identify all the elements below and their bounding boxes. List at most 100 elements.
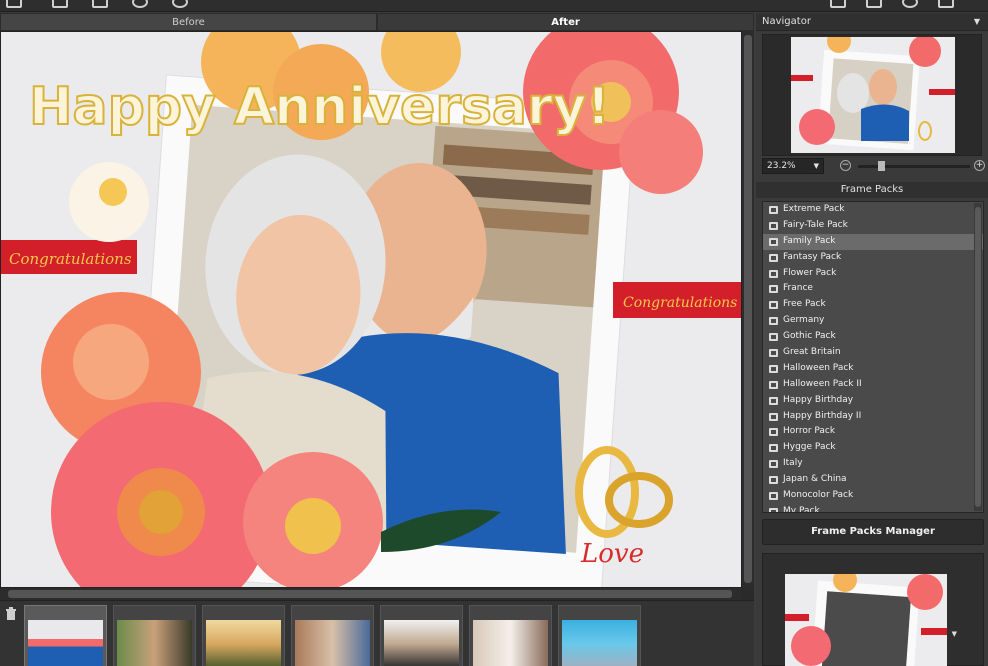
- frame-pack-item[interactable]: Family Pack: [763, 233, 983, 250]
- print-icon[interactable]: [92, 0, 108, 8]
- help-icon[interactable]: [866, 0, 882, 8]
- settings-icon[interactable]: [830, 0, 846, 8]
- redo-icon[interactable]: [172, 0, 188, 8]
- film-thumbnail[interactable]: [380, 605, 463, 666]
- folder-icon: [769, 348, 778, 357]
- image-canvas[interactable]: Congratulations Congratulations Love Hap…: [0, 31, 742, 588]
- frame-pack-item[interactable]: Italy: [763, 456, 983, 472]
- frame-pack-item[interactable]: Fairy-Tale Pack: [763, 218, 983, 234]
- zoom-in-icon[interactable]: +: [974, 160, 985, 171]
- frame-pack-item[interactable]: Great Britain: [763, 345, 983, 361]
- frame-pack-item[interactable]: Free Pack: [763, 297, 983, 313]
- frame-pack-item[interactable]: Germany: [763, 313, 983, 329]
- dropdown-arrow-icon[interactable]: ▼: [974, 13, 980, 31]
- frame-pack-label: Gothic Pack: [783, 331, 836, 342]
- frame-packs-header: Frame Packs: [756, 182, 988, 198]
- thumbnail-strip: [24, 605, 641, 666]
- folder-icon: [769, 460, 778, 469]
- frame-pack-item[interactable]: Fantasy Pack: [763, 250, 983, 266]
- folder-icon: [769, 333, 778, 342]
- headline-text: Happy Anniversary!: [29, 77, 610, 137]
- frame-pack-label: France: [783, 283, 813, 294]
- ribbon-right-text: Congratulations: [623, 295, 737, 311]
- open-icon[interactable]: [6, 0, 22, 8]
- trash-icon[interactable]: [4, 607, 18, 621]
- navigator-header[interactable]: Navigator ▼: [756, 13, 988, 31]
- navigator-title: Navigator: [762, 16, 811, 27]
- folder-icon: [769, 412, 778, 421]
- frame-pack-item[interactable]: Happy Birthday: [763, 393, 983, 409]
- navigator-preview[interactable]: [762, 34, 982, 156]
- navigator-thumbnail: [791, 37, 955, 153]
- frame-preview[interactable]: [785, 574, 947, 666]
- folder-icon: [769, 364, 778, 373]
- frame-pack-label: Halloween Pack: [783, 362, 854, 373]
- zoom-level: 23.2%: [767, 161, 796, 171]
- info-icon[interactable]: [902, 0, 918, 8]
- frame-pack-item[interactable]: My Pack: [763, 504, 983, 513]
- frame-pack-item[interactable]: Monocolor Pack: [763, 488, 983, 504]
- love-text: Love: [580, 539, 644, 569]
- folder-icon: [769, 476, 778, 485]
- frame-pack-label: Fairy-Tale Pack: [783, 219, 848, 230]
- dropdown-arrow-icon[interactable]: ▼: [952, 630, 957, 638]
- film-thumbnail[interactable]: [202, 605, 285, 666]
- folder-icon: [769, 380, 778, 389]
- frame-pack-item[interactable]: Flower Pack: [763, 266, 983, 282]
- frame-packs-manager-button[interactable]: Frame Packs Manager: [762, 519, 984, 545]
- zoom-slider-handle[interactable]: [878, 161, 885, 171]
- frame-pack-item[interactable]: Gothic Pack: [763, 329, 983, 345]
- tab-after[interactable]: After: [377, 13, 754, 31]
- frame-pack-item[interactable]: Japan & China: [763, 472, 983, 488]
- folder-icon: [769, 491, 778, 500]
- frame-packs-scrollbar[interactable]: [974, 203, 982, 511]
- folder-icon: [769, 301, 778, 310]
- framed-photo: Congratulations Congratulations Love Hap…: [1, 32, 741, 587]
- top-toolbar: [0, 0, 988, 12]
- film-thumbnail[interactable]: [24, 605, 107, 666]
- share-icon[interactable]: [938, 0, 954, 8]
- frame-pack-label: Italy: [783, 458, 803, 469]
- app-window: Before After Congratulations Congratulat…: [0, 0, 988, 666]
- frame-pack-item[interactable]: Halloween Pack: [763, 361, 983, 377]
- frame-pack-label: Halloween Pack II: [783, 378, 862, 389]
- frame-pack-item[interactable]: France: [763, 281, 983, 297]
- folder-icon: [769, 237, 778, 246]
- frame-pack-item[interactable]: Extreme Pack: [763, 202, 983, 218]
- frame-pack-label: Happy Birthday: [783, 394, 854, 405]
- undo-icon[interactable]: [132, 0, 148, 8]
- frame-pack-label: Free Pack: [783, 299, 826, 310]
- canvas-horizontal-scrollbar[interactable]: [0, 588, 742, 600]
- ribbon-left-text: Congratulations: [9, 250, 132, 268]
- frame-pack-label: Great Britain: [783, 347, 841, 358]
- canvas-vertical-scrollbar[interactable]: [742, 31, 754, 588]
- folder-icon: [769, 221, 778, 230]
- folder-icon: [769, 253, 778, 262]
- frame-pack-item[interactable]: Horror Pack: [763, 424, 983, 440]
- frame-preview-panel: ▼: [762, 553, 984, 666]
- frame-pack-label: Family Pack: [783, 235, 836, 246]
- film-thumbnail[interactable]: [469, 605, 552, 666]
- folder-icon: [769, 269, 778, 278]
- film-thumbnail[interactable]: [558, 605, 641, 666]
- frame-pack-label: Germany: [783, 315, 825, 326]
- film-thumbnail[interactable]: [291, 605, 374, 666]
- scroll-corner: [742, 588, 754, 600]
- save-icon[interactable]: [52, 0, 68, 8]
- film-thumbnail[interactable]: [113, 605, 196, 666]
- tab-before[interactable]: Before: [0, 13, 377, 31]
- folder-icon: [769, 396, 778, 405]
- zoom-slider[interactable]: [858, 161, 970, 171]
- zoom-out-icon[interactable]: −: [840, 160, 851, 171]
- dropdown-arrow-icon: ▼: [813, 162, 819, 170]
- frame-pack-label: My Pack: [783, 505, 820, 513]
- zoom-level-select[interactable]: 23.2% ▼: [762, 158, 824, 174]
- frame-pack-label: Fantasy Pack: [783, 251, 842, 262]
- frame-pack-item[interactable]: Happy Birthday II: [763, 409, 983, 425]
- frame-pack-item[interactable]: Hygge Pack: [763, 440, 983, 456]
- frame-pack-item[interactable]: Halloween Pack II: [763, 377, 983, 393]
- folder-icon: [769, 507, 778, 512]
- frame-pack-label: Hygge Pack: [783, 442, 836, 453]
- frame-pack-label: Horror Pack: [783, 426, 836, 437]
- frame-packs-list[interactable]: Extreme Pack Fairy-Tale Pack Family Pack Fa…: [762, 201, 984, 513]
